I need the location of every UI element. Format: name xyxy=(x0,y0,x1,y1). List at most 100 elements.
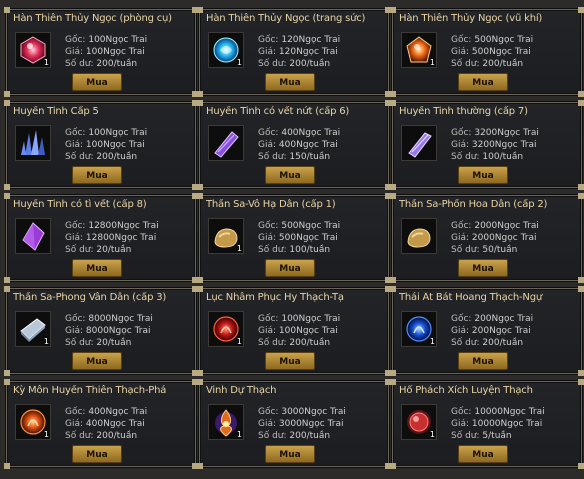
item-icon-slot[interactable]: 1 xyxy=(208,218,244,254)
item-icon-slot[interactable] xyxy=(401,125,437,161)
buy-button[interactable]: Mua xyxy=(72,73,122,91)
card-corner xyxy=(197,100,203,106)
item-icon-slot[interactable]: 1 xyxy=(15,32,51,68)
price-row: Giá: 3200Ngọc Trai xyxy=(451,140,536,150)
buy-button[interactable]: Mua xyxy=(72,352,122,370)
price-label: Giá: xyxy=(65,419,84,429)
buy-button[interactable]: Mua xyxy=(458,445,508,463)
buy-button[interactable]: Mua xyxy=(458,73,508,91)
original-price-row: Gốc: 500Ngọc Trai xyxy=(258,221,340,231)
item-name: Hàn Thiên Thủy Ngọc (trang sức) xyxy=(206,13,366,24)
remaining-row: Số dư: 20/tuần xyxy=(65,245,131,255)
original-price-value: 100Ngọc Trai xyxy=(88,35,148,45)
price-label: Giá: xyxy=(258,326,277,336)
shop-item-card: Kỳ Môn Huyền Thiên Thạch-Phá 1 Gốc: 400N… xyxy=(4,379,198,469)
card-corner xyxy=(390,370,396,376)
original-price-value: 200Ngọc Trai xyxy=(474,314,534,324)
card-corner xyxy=(197,184,203,190)
original-price-label: Gốc: xyxy=(65,407,86,417)
buy-button[interactable]: Mua xyxy=(458,166,508,184)
item-quantity: 1 xyxy=(236,244,242,253)
original-price-value: 3200Ngọc Trai xyxy=(474,128,539,138)
shop-item-card: Hàn Thiên Thủy Ngọc (vũ khí) 1 Gốc: 500N… xyxy=(390,7,584,97)
remaining-row: Số dư: 200/tuần xyxy=(65,431,137,441)
remaining-value: 100/tuần xyxy=(482,152,524,162)
remaining-row: Số dư: 5/tuần xyxy=(451,431,512,441)
card-corner xyxy=(197,7,203,13)
item-icon-slot[interactable]: 1 xyxy=(208,404,244,440)
item-name: Thần Sa-Phồn Hoa Dẫn (cấp 2) xyxy=(399,199,548,210)
original-price-value: 100Ngọc Trai xyxy=(281,314,341,324)
shop-item-card: Hổ Phách Xích Luyện Thạch 1 Gốc: 10000Ng… xyxy=(390,379,584,469)
original-price-value: 100Ngọc Trai xyxy=(88,128,148,138)
item-icon-slot[interactable] xyxy=(15,125,51,161)
card-corner xyxy=(197,286,203,292)
price-value: 100Ngọc Trai xyxy=(278,326,338,336)
item-icon-slot[interactable] xyxy=(208,125,244,161)
card-corner xyxy=(390,193,396,199)
item-name: Huyền Tinh Cấp 5 xyxy=(13,106,99,117)
price-label: Giá: xyxy=(451,326,470,336)
shop-item-card: Hàn Thiên Thủy Ngọc (trang sức) 1 Gốc: 1… xyxy=(197,7,391,97)
remaining-value: 200/tuần xyxy=(482,338,524,348)
item-icon-slot[interactable] xyxy=(401,218,437,254)
item-icon-slot[interactable]: 1 xyxy=(208,32,244,68)
price-label: Giá: xyxy=(451,47,470,57)
buy-button[interactable]: Mua xyxy=(458,259,508,277)
price-row: Giá: 100Ngọc Trai xyxy=(65,140,145,150)
shop-item-card: Huyền Tinh có tì vết (cấp 8) Gốc: 12800N… xyxy=(4,193,198,283)
price-row: Giá: 8000Ngọc Trai xyxy=(65,326,150,336)
remaining-row: Số dư: 200/tuần xyxy=(258,431,330,441)
price-value: 200Ngọc Trai xyxy=(471,326,531,336)
buy-button[interactable]: Mua xyxy=(72,445,122,463)
item-icon-slot[interactable] xyxy=(15,218,51,254)
item-icon-slot[interactable]: 1 xyxy=(15,404,51,440)
item-name: Lục Nhâm Phục Hy Thạch-Tạ xyxy=(206,292,344,303)
card-corner xyxy=(578,370,584,376)
buy-button[interactable]: Mua xyxy=(458,352,508,370)
original-price-value: 8000Ngọc Trai xyxy=(88,314,153,324)
price-label: Giá: xyxy=(65,326,84,336)
shop-item-card: Thần Sa-Phồn Hoa Dẫn (cấp 2) Gốc: 2000Ng… xyxy=(390,193,584,283)
original-price-label: Gốc: xyxy=(451,407,472,417)
price-label: Giá: xyxy=(451,233,470,243)
remaining-row: Số dư: 20/tuần xyxy=(65,338,131,348)
shop-grid: Hàn Thiên Thủy Ngọc (phòng cụ) 1 Gốc: 10… xyxy=(0,0,584,479)
buy-button[interactable]: Mua xyxy=(265,73,315,91)
price-row: Giá: 200Ngọc Trai xyxy=(451,326,531,336)
remaining-row: Số dư: 200/tuần xyxy=(65,152,137,162)
item-icon-slot[interactable]: 1 xyxy=(401,311,437,347)
price-label: Giá: xyxy=(451,140,470,150)
card-corner xyxy=(578,7,584,13)
buy-button[interactable]: Mua xyxy=(265,352,315,370)
buy-button[interactable]: Mua xyxy=(72,166,122,184)
buy-button[interactable]: Mua xyxy=(265,445,315,463)
original-price-value: 3000Ngọc Trai xyxy=(281,407,346,417)
shop-item-card: Thần Sa-Phong Vân Dẫn (cấp 3) 1 Gốc: 800… xyxy=(4,286,198,376)
item-quantity: 1 xyxy=(429,430,435,439)
price-value: 120Ngọc Trai xyxy=(278,47,338,57)
price-row: Giá: 500Ngọc Trai xyxy=(258,233,338,243)
remaining-value: 5/tuần xyxy=(482,431,512,441)
buy-button[interactable]: Mua xyxy=(72,259,122,277)
original-price-label: Gốc: xyxy=(65,221,86,231)
remaining-row: Số dư: 100/tuần xyxy=(258,245,330,255)
remaining-label: Số dư: xyxy=(65,152,94,162)
item-icon-slot[interactable]: 1 xyxy=(15,311,51,347)
price-label: Giá: xyxy=(258,140,277,150)
card-corner xyxy=(390,379,396,385)
card-corner xyxy=(4,91,10,97)
item-icon-slot[interactable]: 1 xyxy=(401,32,437,68)
buy-button[interactable]: Mua xyxy=(265,166,315,184)
item-icon-slot[interactable]: 1 xyxy=(401,404,437,440)
item-icon-slot[interactable]: 1 xyxy=(208,311,244,347)
shop-item-card: Thái Ất Bát Hoang Thạch-Ngự 1 Gốc: 200Ng… xyxy=(390,286,584,376)
buy-button[interactable]: Mua xyxy=(265,259,315,277)
price-label: Giá: xyxy=(258,233,277,243)
price-row: Giá: 100Ngọc Trai xyxy=(65,47,145,57)
original-price-row: Gốc: 12800Ngọc Trai xyxy=(65,221,159,231)
shop-item-card: Lục Nhâm Phục Hy Thạch-Tạ 1 Gốc: 100Ngọc… xyxy=(197,286,391,376)
remaining-label: Số dư: xyxy=(451,338,480,348)
card-corner xyxy=(578,184,584,190)
item-quantity: 1 xyxy=(236,430,242,439)
